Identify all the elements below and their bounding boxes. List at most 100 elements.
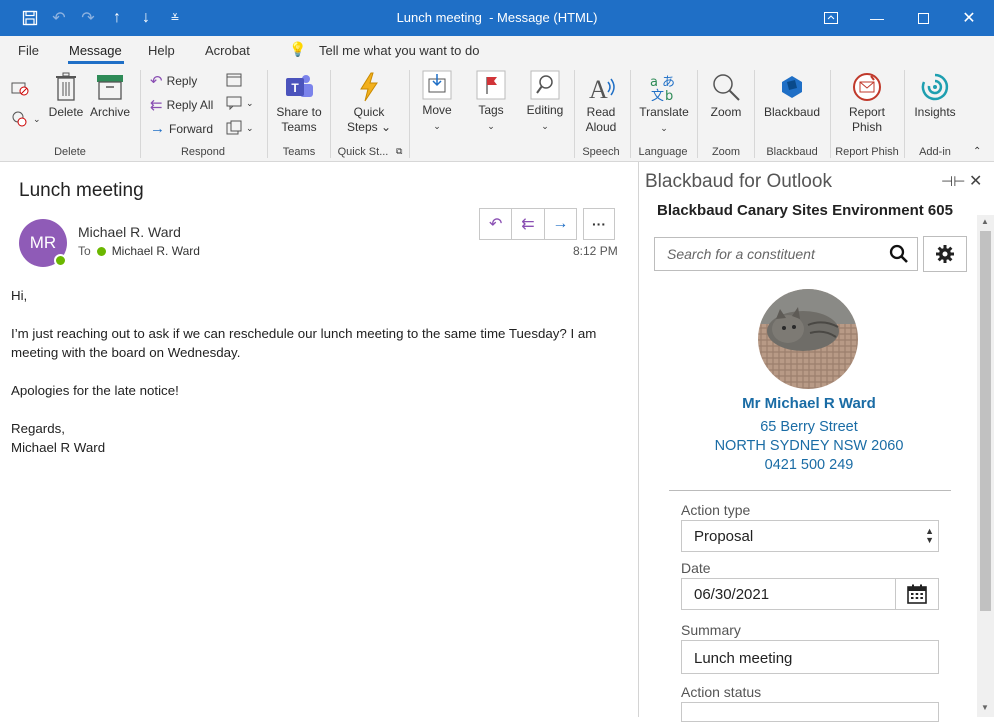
ribbon-display-options-button[interactable] [808,0,854,36]
sender-name[interactable]: Michael R. Ward [78,224,181,240]
insights-button[interactable]: Insights [910,72,960,120]
body-signature: Michael R Ward [11,440,106,455]
close-pane-button[interactable]: ✕ [969,171,982,191]
svg-text:A: A [589,75,608,102]
group-language-label: Language [638,146,688,158]
read-aloud-button[interactable]: A Read Aloud [578,72,624,135]
body-paragraph: I’m just reaching out to ask if we can r… [11,326,597,360]
tell-me-search[interactable]: Tell me what you want to do [319,43,479,58]
more-respond-icon[interactable]: ⌄ [226,120,254,136]
action-type-label: Action type [681,502,751,518]
move-button[interactable]: Move ⌄ [416,70,458,134]
ribbon-separator [754,70,755,158]
group-speech-label: Speech [582,146,620,158]
reply-all-icon: ⇇ [150,97,163,114]
message-pane: Lunch meeting MR Michael R. Ward To Mich… [0,162,638,717]
select-arrows-icon: ▲ ▼ [925,526,934,545]
tab-message[interactable]: Message [69,43,122,58]
to-label: To [78,244,91,258]
settings-button[interactable] [923,236,967,272]
message-body: Hi, I’m just reaching out to ask if we c… [11,286,621,457]
delete-button[interactable]: Delete [46,72,86,120]
action-type-select[interactable]: Proposal ▲ ▼ [681,520,939,552]
reply-all-icon[interactable]: ⇇ [512,209,545,239]
constituent-street: 65 Berry Street [760,419,858,435]
minimize-button[interactable]: — [854,0,900,36]
blackbaud-button[interactable]: Blackbaud [760,72,824,120]
im-reply-icon[interactable]: ⌄ [226,96,254,110]
date-label: Date [681,560,711,576]
body-greeting: Hi, [11,288,28,303]
scroll-thumb[interactable] [980,231,991,611]
reply-button[interactable]: ↶ Reply [150,72,197,90]
zoom-button[interactable]: Zoom [704,72,748,120]
body-closing: Regards, [11,421,65,436]
ribbon-separator [904,70,905,158]
summary-value: Lunch meeting [694,650,793,667]
tab-file[interactable]: File [18,43,39,58]
lightbulb-icon: 💡 [289,41,307,57]
group-blackbaud-label: Blackbaud [766,146,818,158]
report-phish-button[interactable]: Report Phish [836,72,898,135]
forward-icon[interactable]: → [545,209,576,239]
cleanup-icon[interactable]: ⌄ [11,110,41,128]
tab-acrobat[interactable]: Acrobat [205,43,250,58]
ribbon-separator [630,70,631,158]
ribbon-separator [830,70,831,158]
reply-all-button[interactable]: ⇇ Reply All [150,96,213,114]
ignore-icon[interactable] [11,80,29,96]
constituent-photo [758,289,858,389]
editing-button[interactable]: Editing ⌄ [523,70,567,134]
group-report-phish-label: Report Phish [835,146,899,158]
presence-indicator [54,254,67,267]
share-to-teams-button[interactable]: T Share to Teams [272,72,326,135]
ribbon-separator [697,70,698,158]
tags-button[interactable]: Tags ⌄ [470,70,512,134]
date-picker-button[interactable] [895,578,939,610]
section-divider [669,490,951,491]
group-zoom-label: Zoom [711,146,741,158]
maximize-button[interactable] [900,0,946,36]
addin-scrollbar[interactable]: ▲ ▼ [977,215,994,717]
action-status-select[interactable] [681,702,939,722]
date-input[interactable]: 06/30/2021 [681,578,896,610]
archive-button[interactable]: Archive [88,72,132,120]
constituent-phone[interactable]: 0421 500 249 [639,457,979,473]
svg-text:文: 文 [651,89,664,102]
collapse-ribbon-icon[interactable]: ⌃ [973,146,981,157]
forward-icon: → [150,120,165,137]
constituent-name[interactable]: Mr Michael R Ward [639,395,979,412]
tab-help[interactable]: Help [148,43,175,58]
search-icon[interactable] [889,244,909,264]
forward-button[interactable]: → Forward [150,120,213,137]
group-addin-label: Add-in [919,146,951,158]
summary-input[interactable]: Lunch meeting [681,640,939,674]
quick-steps-button[interactable]: Quick Steps ⌄ [340,72,398,135]
search-input[interactable] [655,238,885,270]
group-teams-label: Teams [282,146,316,158]
date-value: 06/30/2021 [694,586,770,603]
scroll-up-icon[interactable]: ▲ [981,217,989,226]
ribbon-separator [140,70,141,158]
svg-text:あ: あ [662,75,675,90]
reply-icon: ↶ [150,73,163,90]
more-actions-button[interactable]: ··· [583,208,615,240]
environment-name: Blackbaud Canary Sites Environment 605 [657,202,953,219]
svg-text:T: T [291,81,299,95]
group-quick-steps-label: Quick St... [337,146,389,158]
message-subject: Lunch meeting [19,180,144,201]
recipient-name[interactable]: Michael R. Ward [112,244,200,258]
scroll-down-icon[interactable]: ▼ [981,703,989,712]
recipient-row: To Michael R. Ward [78,244,200,258]
meeting-reply-icon[interactable] [226,72,242,88]
message-actions: ↶ ⇇ → [479,208,577,240]
close-window-button[interactable]: ✕ [946,0,992,36]
translate-button[interactable]: aあ文b Translate ⌄ [636,72,692,136]
pin-icon[interactable]: ⊣⊢ [941,173,965,190]
reply-icon[interactable]: ↶ [480,209,513,239]
gear-icon [936,245,954,263]
group-respond-label: Respond [180,146,226,158]
constituent-city: NORTH SYDNEY NSW 2060 [714,438,904,454]
action-type-value: Proposal [694,528,754,545]
dialog-launcher-icon[interactable]: ⧉ [396,146,402,157]
